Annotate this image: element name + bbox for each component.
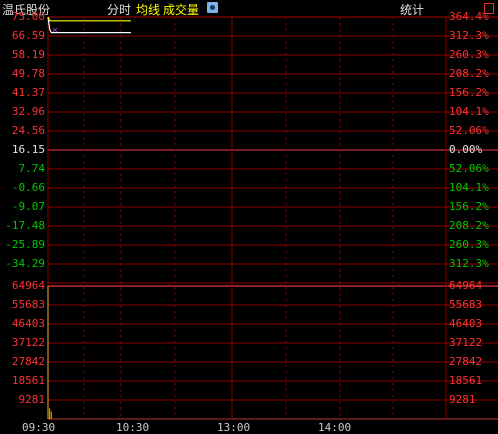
price-line (47, 16, 131, 34)
price-tick-label: -25.89 (5, 238, 45, 251)
volume-tick-label-right: 9281 (449, 393, 476, 406)
volume-tick-label: 55683 (11, 298, 45, 311)
volume-tick-label-right: 46403 (449, 317, 483, 330)
pct-tick-label: 0.00% (449, 143, 483, 156)
pct-tick-label: 208.2% (449, 67, 489, 80)
time-tick-label: 14:00 (318, 421, 352, 434)
volume-tick-label: 9281 (18, 393, 46, 406)
trade-marker-icon: × (52, 25, 59, 34)
intraday-chart[interactable]: × (0, 0, 498, 434)
time-tick-label: 09:30 (22, 421, 56, 434)
volume-tick-label: 27842 (11, 355, 45, 368)
price-tick-label: -0.66 (11, 181, 45, 194)
price-tick-label: -9.07 (11, 200, 45, 213)
price-tick-label: 58.19 (11, 48, 45, 61)
time-tick-label: 13:00 (217, 421, 251, 434)
price-tick-label: 7.74 (18, 162, 46, 175)
price-tick-label: 24.56 (11, 124, 45, 137)
pct-tick-label: 156.2% (449, 86, 489, 99)
volume-tick-label-right: 55683 (449, 298, 483, 311)
volume-tick-label-right: 37122 (449, 336, 483, 349)
volume-tick-label: 64964 (11, 279, 45, 292)
price-tick-label: 16.15 (11, 143, 45, 156)
price-tick-label: 66.59 (11, 29, 45, 42)
volume-tick-label: 18561 (11, 374, 45, 387)
pct-tick-label: 312.3% (449, 257, 489, 270)
pct-tick-label: 104.1% (449, 181, 489, 194)
pct-tick-label: 260.3% (449, 238, 489, 251)
pct-tick-label: 104.1% (449, 105, 489, 118)
pct-tick-label: 260.3% (449, 48, 489, 61)
pct-tick-label: 52.06% (449, 162, 489, 175)
pct-tick-label: 364.4% (449, 10, 489, 23)
price-tick-label: 41.37 (11, 86, 45, 99)
volume-tick-label-right: 27842 (449, 355, 483, 368)
price-tick-label: -34.29 (5, 257, 45, 270)
price-tick-label: 75.00 (11, 10, 45, 23)
volume-tick-label-right: 18561 (449, 374, 483, 387)
pct-tick-label: 208.2% (449, 219, 489, 232)
price-tick-label: -17.48 (5, 219, 45, 232)
volume-tick-label: 37122 (11, 336, 45, 349)
volume-tick-label-right: 64964 (449, 279, 483, 292)
pct-tick-label: 156.2% (449, 200, 489, 213)
volume-tick-label: 46403 (11, 317, 45, 330)
pct-tick-label: 312.3% (449, 29, 489, 42)
pct-tick-label: 52.06% (449, 124, 489, 137)
time-tick-label: 10:30 (116, 421, 150, 434)
price-tick-label: 32.96 (11, 105, 45, 118)
price-tick-label: 49.78 (11, 67, 45, 80)
